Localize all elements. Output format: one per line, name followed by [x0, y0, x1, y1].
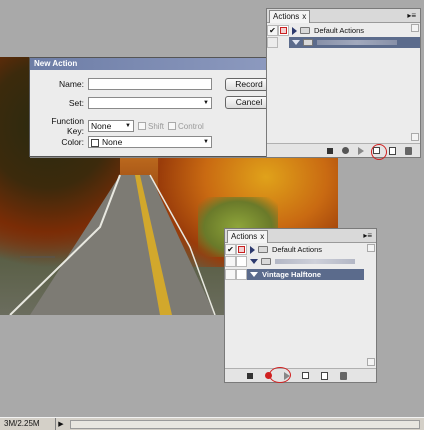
chevron-down-icon: ▼ — [203, 100, 209, 106]
play-icon[interactable] — [358, 146, 364, 155]
action-row[interactable]: Vintage Halftone — [225, 269, 376, 280]
expand-triangle-icon[interactable] — [250, 245, 255, 254]
function-key-select[interactable]: None ▼ — [88, 120, 134, 132]
tab-actions[interactable]: Actions x — [227, 230, 269, 243]
action-set-row[interactable] — [225, 256, 376, 267]
collapse-triangle-icon[interactable] — [250, 259, 258, 264]
new-set-icon[interactable] — [301, 372, 309, 379]
check-icon[interactable]: ✔ — [267, 25, 278, 36]
control-checkbox[interactable]: Control — [168, 122, 204, 131]
status-bar: 3M/2.25M ▶ — [0, 417, 424, 430]
set-label: Set: — [68, 98, 84, 108]
panel-bottom-bar — [267, 143, 420, 157]
folder-icon — [258, 246, 268, 253]
blurred-set-name — [275, 259, 355, 264]
check-icon[interactable]: ✔ — [225, 244, 236, 255]
dialog-title: New Action — [30, 58, 281, 70]
expand-triangle-icon[interactable] — [292, 26, 297, 35]
doc-size: 3M/2.25M — [0, 418, 56, 430]
dialog-toggle-icon[interactable] — [278, 37, 289, 48]
collapse-triangle-icon[interactable] — [250, 272, 258, 277]
check-icon[interactable] — [225, 256, 236, 267]
panel-bottom-bar — [225, 368, 376, 382]
function-key-value: None — [91, 121, 112, 131]
color-label: Color: — [61, 137, 84, 147]
set-select[interactable]: ▼ — [88, 97, 212, 109]
scroll-up-icon[interactable] — [411, 24, 419, 32]
check-icon[interactable] — [225, 269, 236, 280]
shift-checkbox[interactable]: Shift — [138, 122, 164, 131]
action-set-label: Default Actions — [314, 26, 365, 35]
panel-titlebar: Actions x ▸≡ — [267, 9, 420, 23]
check-icon[interactable] — [267, 37, 278, 48]
trash-icon[interactable] — [405, 146, 412, 155]
folder-icon — [261, 258, 271, 265]
name-field[interactable] — [88, 78, 212, 90]
trash-icon[interactable] — [339, 371, 347, 380]
actions-panel-top: Actions x ▸≡ ✔ Default Actions — [266, 8, 421, 160]
action-set-row-selected[interactable] — [267, 37, 420, 48]
tab-label: Actions — [273, 12, 300, 21]
tab-actions[interactable]: Actions x — [269, 10, 311, 23]
dialog-toggle-icon[interactable] — [236, 244, 247, 255]
action-set-row[interactable]: ✔ Default Actions — [225, 244, 376, 255]
dialog-toggle-icon[interactable] — [236, 269, 247, 280]
chevron-down-icon: ▼ — [203, 139, 209, 145]
panel-menu-icon[interactable]: ▸≡ — [407, 11, 416, 20]
shift-label: Shift — [148, 121, 165, 131]
stop-icon[interactable] — [327, 147, 333, 154]
record-icon[interactable] — [342, 147, 349, 154]
new-action-icon[interactable] — [389, 146, 396, 155]
name-label: Name: — [58, 79, 84, 89]
color-select[interactable]: None ▼ — [88, 136, 212, 148]
stop-icon[interactable] — [246, 372, 253, 379]
record-highlight-circle — [269, 367, 291, 383]
folder-icon — [300, 27, 310, 34]
tab-label: Actions — [231, 232, 258, 241]
dialog-toggle-icon[interactable] — [278, 25, 289, 36]
new-action-icon[interactable] — [320, 371, 328, 380]
dialog-toggle-icon[interactable] — [236, 256, 247, 267]
close-icon[interactable]: x — [302, 12, 306, 21]
panel-menu-icon[interactable]: ▸≡ — [363, 231, 372, 240]
close-icon[interactable]: x — [260, 232, 264, 241]
action-label: Vintage Halftone — [262, 270, 322, 279]
resize-handle-icon[interactable] — [367, 358, 375, 366]
chevron-down-icon: ▼ — [125, 123, 131, 129]
actions-panel-bottom: Actions x ▸≡ ✔ Default Actions Vintage Ha… — [224, 228, 377, 383]
new-action-highlight-circle — [371, 144, 387, 160]
checkbox-icon — [168, 122, 177, 130]
resize-handle-icon[interactable] — [411, 133, 419, 141]
selected-action[interactable]: Vintage Halftone — [247, 269, 364, 280]
function-key-label: Function Key: — [51, 116, 84, 136]
panel-titlebar: Actions x ▸≡ — [225, 229, 376, 243]
action-set-label: Default Actions — [272, 245, 323, 254]
blurred-set-name — [317, 40, 397, 45]
color-swatch-icon — [91, 138, 99, 147]
collapse-triangle-icon[interactable] — [292, 40, 300, 45]
folder-icon — [303, 39, 313, 46]
action-set-row[interactable]: ✔ Default Actions — [267, 25, 420, 36]
status-menu-icon[interactable]: ▶ — [56, 420, 66, 428]
color-value: None — [102, 137, 123, 147]
scroll-up-icon[interactable] — [367, 244, 375, 252]
horizontal-scrollbar[interactable] — [70, 419, 420, 429]
new-action-dialog: New Action Name: Set: ▼ Function Key: No… — [29, 57, 282, 157]
checkbox-icon — [138, 122, 146, 130]
control-label: Control — [178, 121, 204, 131]
